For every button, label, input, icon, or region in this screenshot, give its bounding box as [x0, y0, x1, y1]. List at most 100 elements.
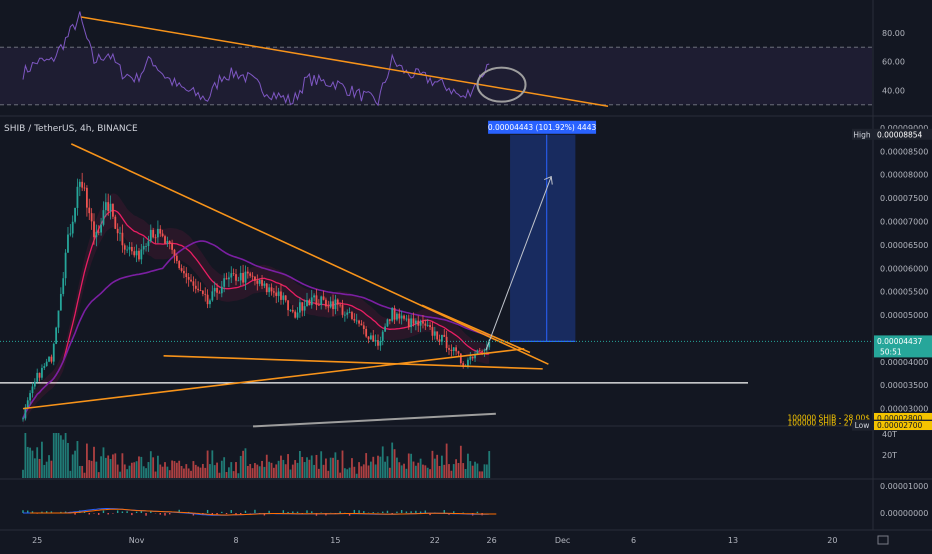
candle-body	[81, 182, 83, 188]
volume-bar	[43, 465, 45, 478]
candle-body	[233, 273, 235, 274]
volume-bar	[368, 465, 370, 478]
volume-bar	[193, 461, 195, 478]
macd-histogram-bar	[160, 513, 161, 515]
volume-bar	[252, 468, 254, 478]
volume-bar	[384, 462, 386, 478]
volume-bar	[285, 464, 287, 478]
candle-body	[320, 296, 322, 305]
volume-bar	[195, 465, 197, 478]
volume-bar	[143, 466, 145, 478]
volume-bar	[292, 465, 294, 478]
volume-bar	[247, 466, 249, 478]
volume-bar	[88, 460, 90, 478]
current-price-badge: 0.00004437	[877, 337, 923, 346]
candle-body	[311, 297, 313, 305]
candle-body	[424, 324, 426, 326]
candle-body	[429, 325, 431, 327]
volume-bar	[375, 464, 377, 478]
volume-bar	[358, 462, 360, 478]
volume-bar	[394, 449, 396, 478]
low-label: Low	[855, 421, 870, 430]
volume-bar	[479, 471, 481, 478]
candle-body	[342, 305, 344, 315]
candle-body	[211, 291, 213, 300]
volume-bar	[477, 464, 479, 478]
volume-bar	[372, 457, 374, 478]
volume-bar	[290, 470, 292, 478]
candle-body	[114, 217, 116, 229]
candle-body	[332, 301, 334, 309]
candle-body	[292, 310, 294, 312]
price-tick-label: 0.00003500	[880, 381, 928, 390]
volume-bar	[164, 462, 166, 478]
volume-bar	[131, 463, 133, 478]
candle-body	[408, 319, 410, 327]
volume-bar	[271, 463, 273, 478]
volume-bar	[465, 469, 467, 478]
volume-bar	[138, 456, 140, 478]
volume-bar	[32, 451, 34, 478]
macd-histogram-bar	[268, 511, 269, 513]
macd-histogram-bar	[221, 512, 222, 513]
macd-histogram-bar	[401, 510, 402, 513]
volume-bar	[46, 462, 48, 478]
candle-body	[204, 294, 206, 295]
volume-bar	[136, 461, 138, 478]
volume-bar	[214, 465, 216, 478]
projection-box	[510, 135, 575, 342]
volume-bar	[48, 455, 50, 478]
chart-stage[interactable]: 80.0060.0040.000.00004443 (101.92%) 4443…	[0, 0, 932, 550]
symbol-legend: SHIB / TetherUS, 4h, BINANCE	[4, 124, 138, 134]
candle-body	[344, 315, 346, 316]
volume-bar	[441, 456, 443, 478]
macd-histogram-bar	[245, 511, 246, 513]
volume-bar	[183, 469, 185, 478]
candle-body	[479, 350, 481, 351]
volume-bar	[58, 433, 60, 478]
candle-body	[403, 316, 405, 319]
trading-chart[interactable]: 80.0060.0040.000.00004443 (101.92%) 4443…	[0, 0, 932, 550]
candle-body	[176, 256, 178, 261]
macd-histogram-bar	[283, 510, 284, 513]
candle-body	[226, 278, 228, 279]
candle-body	[181, 268, 183, 271]
volume-bar	[472, 466, 474, 478]
candle-body	[195, 286, 197, 289]
macd-histogram-bar	[406, 511, 407, 513]
macd-histogram-bar	[169, 513, 170, 514]
candle-body	[365, 329, 367, 337]
volume-bar	[98, 472, 100, 478]
x-tick-label: 6	[631, 536, 636, 545]
volume-bar	[62, 440, 64, 478]
macd-tick-label: 0.00000000	[880, 509, 928, 518]
price-tick-label: 0.00007500	[880, 194, 928, 203]
candle-body	[58, 310, 60, 327]
volume-bar	[377, 456, 379, 478]
macd-histogram-bar	[98, 513, 99, 515]
volume-bar	[344, 468, 346, 478]
price-tick-label: 0.00004000	[880, 358, 928, 367]
candle-body	[240, 273, 242, 280]
candle-body	[361, 324, 363, 326]
volume-bar	[353, 467, 355, 478]
rsi-tick-label: 80.00	[882, 29, 905, 38]
candle-body	[237, 280, 239, 281]
volume-bar	[320, 451, 322, 478]
volume-bar	[169, 470, 171, 478]
candle-body	[436, 331, 438, 339]
candle-body	[22, 418, 24, 419]
volume-bar	[148, 462, 150, 478]
macd-histogram-bar	[377, 512, 378, 513]
candle-body	[77, 187, 79, 208]
macd-histogram-bar	[425, 511, 426, 513]
volume-bar	[176, 463, 178, 478]
candle-body	[318, 305, 320, 306]
candle-body	[242, 273, 244, 283]
macd-histogram-bar	[444, 510, 445, 513]
volume-bar	[370, 462, 372, 478]
candle-body	[112, 204, 114, 217]
volume-bar	[105, 458, 107, 478]
macd-histogram-bar	[74, 513, 75, 515]
candle-body	[48, 357, 50, 362]
